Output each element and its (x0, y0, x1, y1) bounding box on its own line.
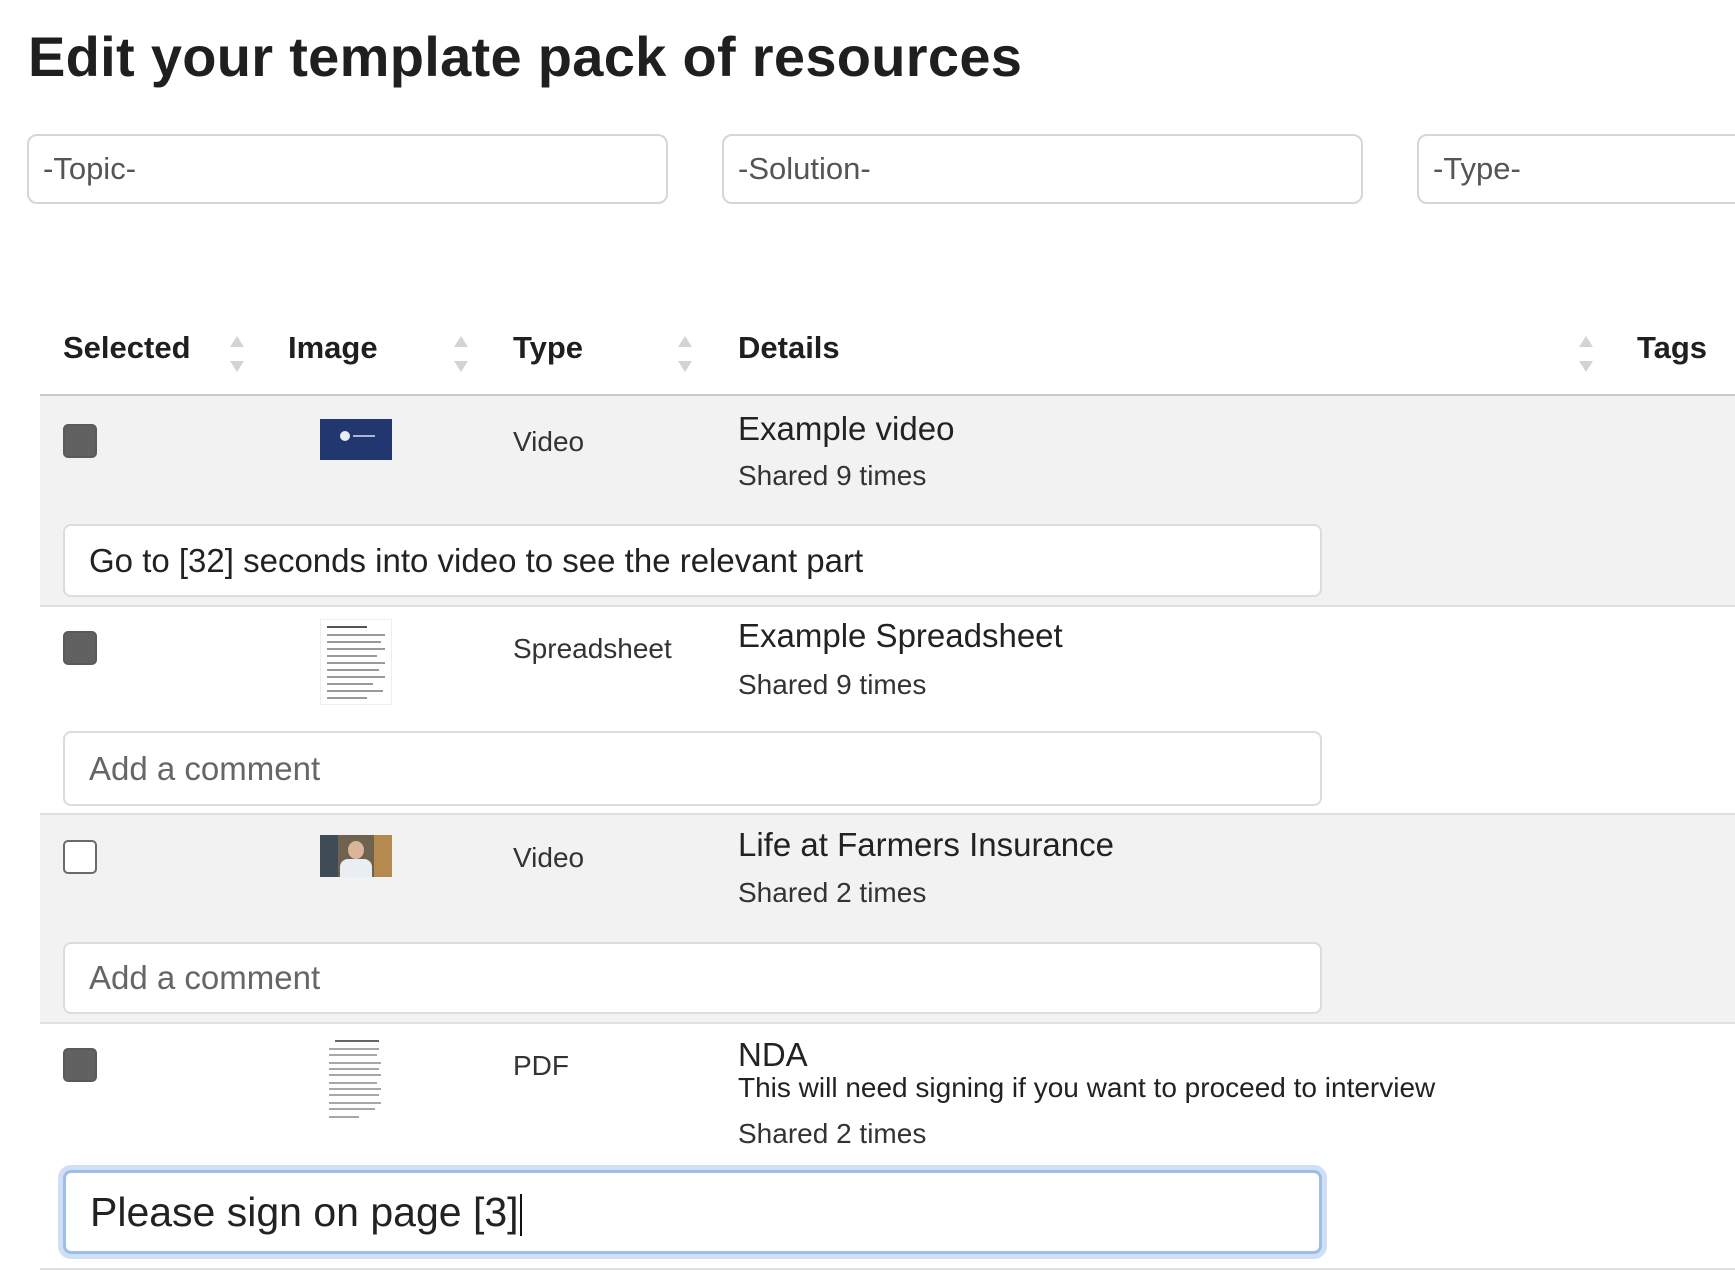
text-cursor (519, 1194, 522, 1237)
row-type: Video (513, 842, 585, 873)
table-row: Video Example video Shared 9 times Go to… (40, 396, 1735, 607)
spreadsheet-thumbnail (320, 619, 392, 705)
header-tags[interactable]: Tags (1637, 330, 1707, 366)
row-description: This will need signing if you want to pr… (738, 1072, 1436, 1103)
type-filter[interactable]: -Type- (1417, 134, 1735, 204)
row-shared-count: Shared 9 times (738, 460, 927, 491)
row-title[interactable]: Example Spreadsheet (738, 617, 1063, 655)
comment-input[interactable]: Add a comment (63, 731, 1322, 806)
sort-selected-icon[interactable] (230, 336, 244, 372)
page-title: Edit your template pack of resources (28, 25, 1023, 88)
table-row: Spreadsheet Example Spreadsheet Shared 9… (40, 607, 1735, 815)
comment-input[interactable]: Please sign on page [3] (63, 1170, 1322, 1254)
row-shared-count: Shared 9 times (738, 669, 927, 700)
row-divider (40, 1268, 1735, 1270)
row-title[interactable]: Life at Farmers Insurance (738, 826, 1114, 864)
row-title[interactable]: Example video (738, 410, 954, 448)
row-title[interactable]: NDA (738, 1036, 808, 1074)
row-type: PDF (513, 1050, 569, 1081)
row-select-checkbox[interactable] (63, 1048, 97, 1082)
table-row: Video Life at Farmers Insurance Shared 2… (40, 815, 1735, 1024)
comment-input[interactable]: Add a comment (63, 942, 1322, 1014)
header-type[interactable]: Type (513, 330, 583, 366)
header-selected[interactable]: Selected (63, 330, 191, 366)
row-type: Video (513, 426, 585, 457)
row-select-checkbox[interactable] (63, 840, 97, 874)
comment-text: Please sign on page [3] (90, 1189, 519, 1235)
video-thumbnail (320, 419, 392, 460)
row-shared-count: Shared 2 times (738, 877, 927, 908)
row-select-checkbox[interactable] (63, 631, 97, 665)
comment-input[interactable]: Go to [32] seconds into video to see the… (63, 524, 1322, 597)
sort-type-icon[interactable] (678, 336, 692, 372)
topic-filter[interactable]: -Topic- (27, 134, 668, 204)
sort-image-icon[interactable] (454, 336, 468, 372)
sort-details-icon[interactable] (1579, 336, 1593, 372)
row-type: Spreadsheet (513, 633, 672, 664)
header-image[interactable]: Image (288, 330, 378, 366)
person-video-thumbnail (320, 835, 392, 877)
pdf-thumbnail (325, 1036, 385, 1126)
header-details[interactable]: Details (738, 330, 840, 366)
row-select-checkbox[interactable] (63, 424, 97, 458)
row-shared-count: Shared 2 times (738, 1118, 927, 1149)
table-header: Selected Image Type Details Tags (40, 320, 1735, 397)
table-row: PDF NDA This will need signing if you wa… (40, 1024, 1735, 1278)
solution-filter[interactable]: -Solution- (722, 134, 1363, 204)
